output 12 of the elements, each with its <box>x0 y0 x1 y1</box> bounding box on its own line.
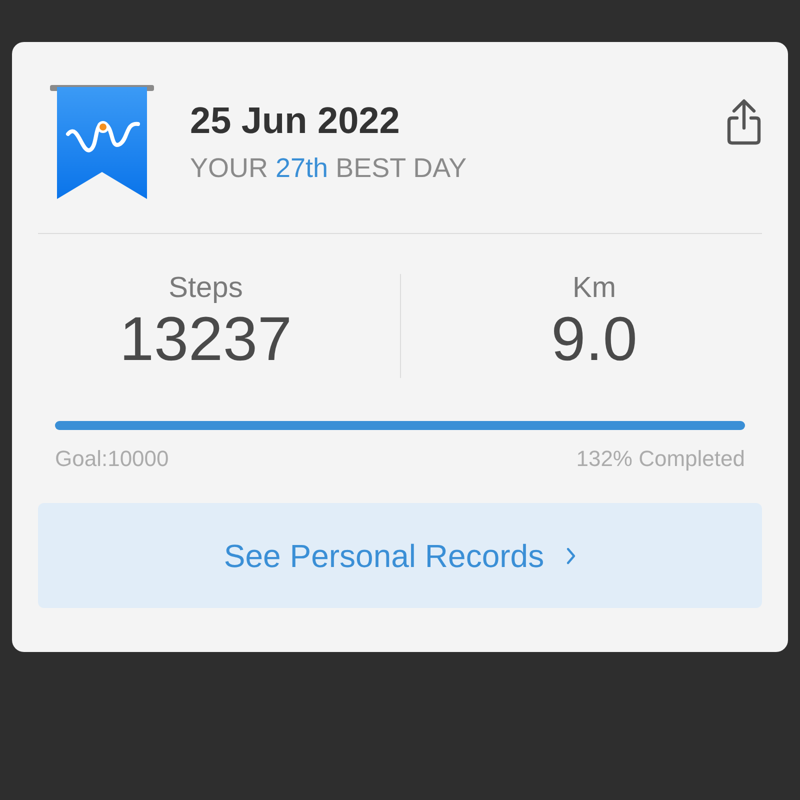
ribbon-badge-icon <box>50 84 154 202</box>
goal-label: Goal:10000 <box>55 448 169 470</box>
stat-label: Km <box>572 274 617 303</box>
best-day-subtitle: YOUR 27th BEST DAY <box>190 155 468 182</box>
stat-value: 13237 <box>118 309 293 371</box>
stat-value: 9.0 <box>550 309 638 371</box>
share-button[interactable] <box>726 98 762 146</box>
records-button[interactable]: See Personal Records <box>38 503 762 608</box>
date-title: 25 Jun 2022 <box>190 102 401 139</box>
stat-label: Steps <box>168 274 244 303</box>
completed-label: 132% Completed <box>576 448 745 470</box>
chevron-icon <box>566 546 576 564</box>
